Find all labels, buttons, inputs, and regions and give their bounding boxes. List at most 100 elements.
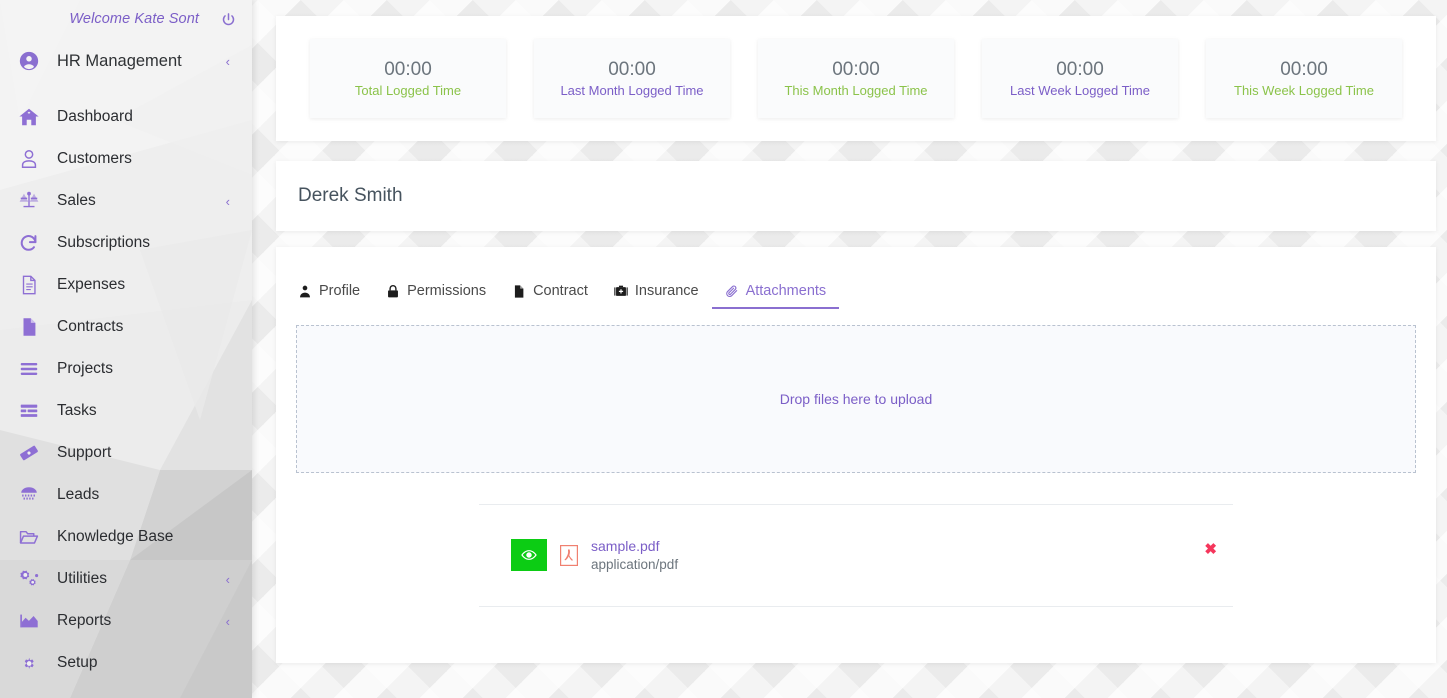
stat-label: This Week Logged Time <box>1234 83 1374 99</box>
sidebar-item-support[interactable]: Support <box>0 432 252 474</box>
welcome-text: Welcome Kate Sont <box>69 11 199 27</box>
sidebar-item-expenses[interactable]: Expenses <box>0 264 252 306</box>
employee-detail-panel: Profile Permissions Contract Insurance A… <box>276 247 1436 663</box>
sidebar-item-label: Customers <box>57 150 132 167</box>
stat-value: 00:00 <box>384 58 432 80</box>
sidebar-item-label: Contracts <box>57 318 124 335</box>
file-icon <box>512 284 526 299</box>
sidebar-item-label: Sales <box>57 192 96 209</box>
user-circle-icon <box>19 51 39 71</box>
sidebar-item-subscriptions[interactable]: Subscriptions <box>0 222 252 264</box>
file-icon <box>18 316 40 338</box>
tab-label: Attachments <box>745 283 827 300</box>
sidebar: Welcome Kate Sont HR Management ‹ Dashbo… <box>0 0 252 698</box>
ticket-icon <box>18 442 40 464</box>
person-icon <box>298 284 312 299</box>
stat-card-this-week-logged-time: 00:00 This Week Logged Time <box>1206 39 1402 118</box>
attachment-info: sample.pdf application/pdf <box>481 538 678 573</box>
chevron-left-icon: ‹ <box>225 53 230 69</box>
bars-icon <box>18 358 40 380</box>
stat-label: This Month Logged Time <box>784 83 928 99</box>
funnel-icon <box>18 484 40 506</box>
tab-insurance[interactable]: Insurance <box>601 284 712 309</box>
tab-label: Contract <box>533 283 588 300</box>
attachment-meta: sample.pdf application/pdf <box>591 538 678 573</box>
user-icon <box>18 148 40 170</box>
sidebar-item-label: Expenses <box>57 276 126 293</box>
attachment-list: sample.pdf application/pdf ✖ <box>479 504 1233 607</box>
sidebar-item-label: Knowledge Base <box>57 528 174 545</box>
scales-icon <box>18 190 40 212</box>
sidebar-item-utilities[interactable]: Utilities ‹ <box>0 558 252 600</box>
pdf-icon <box>560 544 578 566</box>
dropzone-label: Drop files here to upload <box>779 391 933 407</box>
sidebar-item-leads[interactable]: Leads <box>0 474 252 516</box>
lock-icon <box>386 284 400 299</box>
tab-label: Permissions <box>407 283 487 300</box>
sidebar-nav: Dashboard Customers Sales ‹ Subscription… <box>0 96 252 684</box>
sidebar-item-label: Dashboard <box>57 108 133 125</box>
paperclip-icon <box>725 284 739 299</box>
chart-area-icon <box>18 610 40 632</box>
attachment-name-link[interactable]: sample.pdf <box>591 538 678 555</box>
page-title: Derek Smith <box>298 185 403 206</box>
eye-icon <box>521 550 537 561</box>
employee-name-panel: Derek Smith <box>276 161 1436 231</box>
sidebar-item-tasks[interactable]: Tasks <box>0 390 252 432</box>
stat-card-last-week-logged-time: 00:00 Last Week Logged Time <box>982 39 1178 118</box>
file-dropzone[interactable]: Drop files here to upload <box>296 325 1416 473</box>
sidebar-item-caret: ‹ <box>225 613 230 629</box>
folder-open-icon <box>18 526 40 548</box>
sidebar-item-setup[interactable]: Setup <box>0 642 252 684</box>
delete-attachment-button[interactable]: ✖ <box>1204 542 1217 557</box>
sidebar-item-knowledge-base[interactable]: Knowledge Base <box>0 516 252 558</box>
home-icon <box>18 106 40 128</box>
tab-profile[interactable]: Profile <box>297 284 373 309</box>
stat-label: Last Month Logged Time <box>560 83 704 99</box>
sidebar-item-label: Reports <box>57 612 112 629</box>
sidebar-brand-label: HR Management <box>57 51 182 70</box>
attachment-row: sample.pdf application/pdf ✖ <box>479 504 1233 607</box>
gear-icon <box>18 652 40 674</box>
tab-label: Profile <box>319 283 361 300</box>
sidebar-item-projects[interactable]: Projects <box>0 348 252 390</box>
tab-contract[interactable]: Contract <box>499 284 601 309</box>
sidebar-item-label: Subscriptions <box>57 234 151 251</box>
tab-label: Insurance <box>634 283 699 300</box>
sidebar-item-sales[interactable]: Sales ‹ <box>0 180 252 222</box>
stat-value: 00:00 <box>608 58 656 80</box>
sidebar-item-caret: ‹ <box>225 571 230 587</box>
document-icon <box>18 274 40 296</box>
sidebar-item-caret: ‹ <box>225 193 230 209</box>
sidebar-item-customers[interactable]: Customers <box>0 138 252 180</box>
stat-value: 00:00 <box>1056 58 1104 80</box>
tab-bar: Profile Permissions Contract Insurance A… <box>296 247 1416 309</box>
attachment-mime-type: application/pdf <box>591 556 679 572</box>
stat-value: 00:00 <box>832 58 880 80</box>
sidebar-item-label: Support <box>57 444 112 461</box>
stat-card-last-month-logged-time: 00:00 Last Month Logged Time <box>534 39 730 118</box>
logged-time-stats-panel: 00:00 Total Logged Time 00:00 Last Month… <box>276 16 1436 141</box>
refresh-icon <box>18 232 40 254</box>
sidebar-item-label: Leads <box>57 486 100 503</box>
stat-label: Last Week Logged Time <box>1010 83 1150 99</box>
tab-attachments[interactable]: Attachments <box>711 283 840 309</box>
sidebar-brand[interactable]: HR Management ‹ <box>0 38 252 84</box>
sidebar-item-label: Projects <box>57 360 113 377</box>
sidebar-item-label: Tasks <box>57 402 97 419</box>
sidebar-item-label: Utilities <box>57 570 107 587</box>
stat-card-this-month-logged-time: 00:00 This Month Logged Time <box>758 39 954 118</box>
medkit-icon <box>614 284 628 299</box>
tab-permissions[interactable]: Permissions <box>373 284 499 309</box>
list-icon <box>18 400 40 422</box>
view-attachment-button[interactable] <box>511 539 547 572</box>
gears-icon <box>18 568 40 590</box>
sidebar-item-contracts[interactable]: Contracts <box>0 306 252 348</box>
sidebar-item-reports[interactable]: Reports ‹ <box>0 600 252 642</box>
main-content: 00:00 Total Logged Time 00:00 Last Month… <box>252 0 1447 698</box>
power-icon[interactable] <box>221 12 236 27</box>
sidebar-item-dashboard[interactable]: Dashboard <box>0 96 252 138</box>
sidebar-item-label: Setup <box>57 654 98 671</box>
welcome-bar: Welcome Kate Sont <box>0 0 252 38</box>
stat-label: Total Logged Time <box>354 83 462 99</box>
